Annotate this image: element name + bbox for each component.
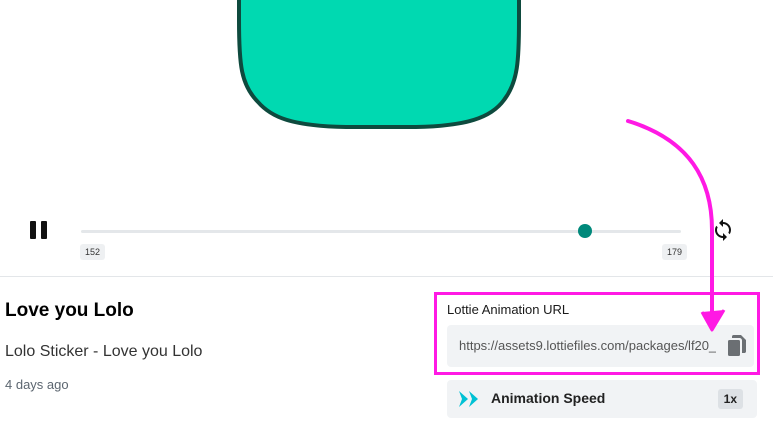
animation-preview (0, 0, 773, 276)
animation-speed-label: Animation Speed (491, 390, 606, 406)
loop-toggle-button[interactable] (711, 218, 735, 242)
animation-subtitle: Lolo Sticker - Love you Lolo (5, 343, 203, 360)
pause-button[interactable] (28, 219, 50, 241)
annotation-highlight-box (434, 292, 760, 375)
frame-start-badge: 152 (80, 244, 106, 260)
animation-title: Love you Lolo (5, 300, 134, 321)
sticker-illustration (237, 0, 521, 129)
frame-end-badge: 179 (662, 244, 688, 260)
pause-icon-bar (41, 221, 47, 239)
upload-time: 4 days ago (5, 377, 69, 392)
fast-forward-icon (459, 391, 478, 407)
animation-speed-value[interactable]: 1x (717, 389, 743, 409)
frame-slider[interactable] (81, 224, 681, 238)
loop-icon (715, 219, 731, 241)
frame-slider-thumb[interactable] (578, 224, 592, 238)
section-divider (0, 276, 773, 277)
pause-icon (30, 221, 36, 239)
animation-speed-row[interactable]: Animation Speed 1x (447, 380, 757, 418)
